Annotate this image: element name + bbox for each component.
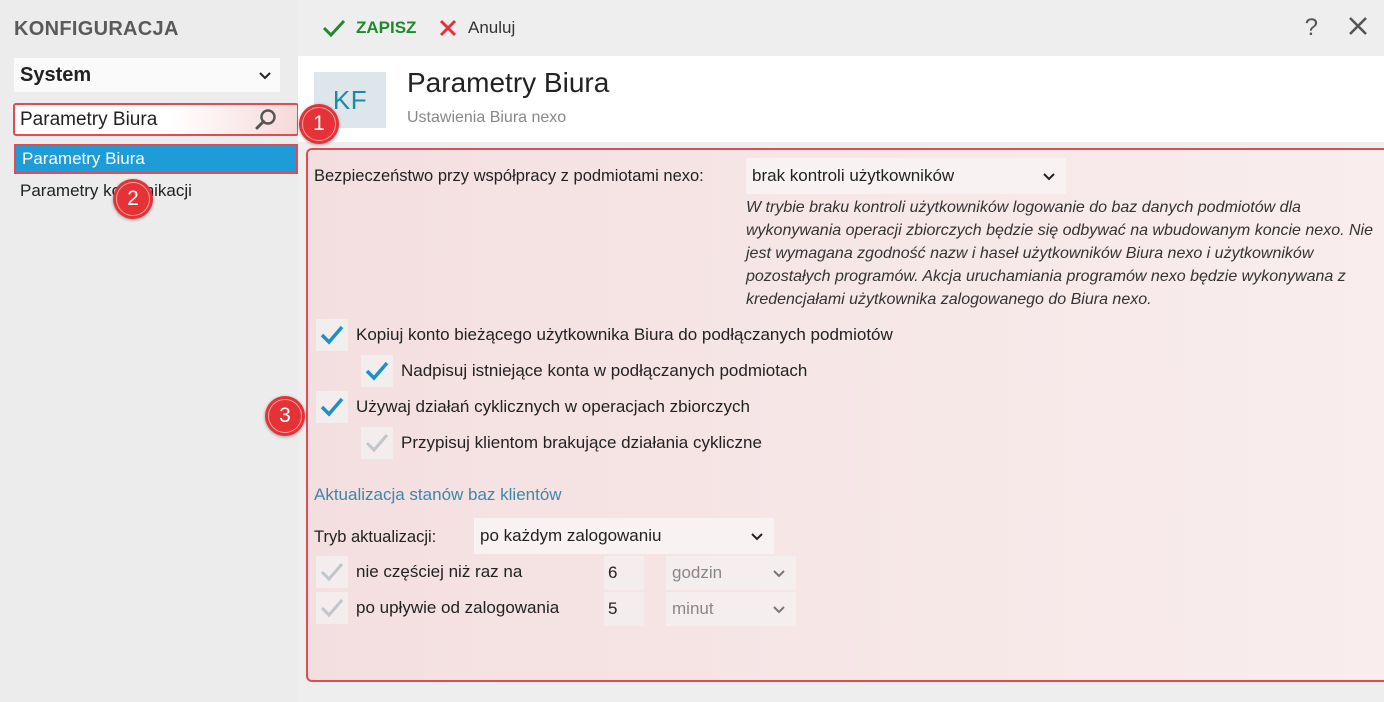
security-description: W trybie braku kontroli użytkowników log… [746,199,1373,308]
checkmark-icon [320,599,344,618]
save-button[interactable]: ZAPISZ [322,14,416,42]
section-title-update: Aktualizacja stanów baz klientów [314,485,562,504]
checkbox[interactable] [316,391,348,423]
module-select[interactable]: System [14,58,280,92]
app-title: KONFIGURACJA [14,18,179,40]
cancel-button[interactable]: Anuluj [438,14,515,42]
checkbox[interactable] [361,355,393,387]
toolbar: ZAPISZ Anuluj ? [298,0,1384,56]
checkbox-overwrite-accounts[interactable]: Nadpisuj istniejące konta w podłączanych… [361,355,807,387]
update-mode-value: po każdym zalogowaniu [480,526,662,545]
security-label: Bezpieczeństwo przy współpracy z podmiot… [314,167,704,185]
checkmark-icon [320,397,344,417]
save-button-label: ZAPISZ [356,18,417,37]
chevron-down-icon [751,533,763,541]
annotation-badge-2: 2 [113,179,153,219]
chevron-down-icon [773,606,785,614]
sidebar-item-parametry-komunikacji[interactable]: Parametry komunikacji [14,176,298,206]
chevron-down-icon [259,72,271,80]
search-box [13,103,299,136]
checkmark-icon [365,361,389,381]
checkbox-label: Nadpisuj istniejące konta w podłączanych… [401,361,808,380]
checkbox-assign-cyclic[interactable]: Przypisuj klientom brakujące działania c… [361,427,762,459]
sidebar-item-label: Parametry Biura [22,149,145,168]
checkbox-min-interval[interactable]: nie częściej niż raz na [316,556,522,588]
update-mode-label: Tryb aktualizacji: [314,528,437,546]
checkbox-label: Przypisuj klientom brakujące działania c… [401,433,762,452]
sidebar: KONFIGURACJA System Parametry Biura Para… [0,0,299,702]
sidebar-item-label: Parametry komunikacji [20,181,192,200]
min-interval-unit-select[interactable]: godzin [666,556,796,590]
page-title: Parametry Biura [407,67,610,98]
checkmark-icon [322,19,346,38]
checkbox-label: po upływie od zalogowania [356,598,560,617]
module-select-value: System [20,63,92,86]
min-interval-unit: godzin [672,563,723,582]
checkbox-label: Kopiuj konto bieżącego użytkownika Biura… [356,325,893,344]
close-x-icon [439,19,457,37]
checkbox-cyclic-actions[interactable]: Używaj działań cyklicznych w operacjach … [316,391,750,423]
chevron-down-icon [1043,173,1055,181]
checkmark-icon [320,325,344,345]
chevron-down-icon [773,570,785,578]
checkmark-icon [365,434,389,453]
checkbox-copy-account[interactable]: Kopiuj konto bieżącego użytkownika Biura… [316,319,893,351]
checkbox-disabled[interactable] [316,556,348,588]
update-mode-select[interactable]: po każdym zalogowaniu [474,518,774,554]
search-input[interactable] [20,108,253,131]
sidebar-item-parametry-biura[interactable]: Parametry Biura [14,144,298,174]
checkbox-disabled[interactable] [361,427,393,459]
checkbox-label: Używaj działań cyklicznych w operacjach … [356,397,750,416]
close-window-icon[interactable] [1346,14,1370,38]
checkbox-label: nie częściej niż raz na [356,562,523,581]
after-login-value[interactable]: 5 [604,592,644,626]
security-mode-value: brak kontroli użytkowników [752,166,955,185]
after-login-unit: minut [672,599,714,618]
checkbox[interactable] [316,319,348,351]
help-button[interactable]: ? [1305,14,1318,42]
annotation-badge-3: 3 [265,396,305,436]
checkbox-after-login[interactable]: po upływie od zalogowania [316,592,559,624]
min-interval-value[interactable]: 6 [604,556,644,590]
page-subtitle: Ustawienia Biura nexo [407,109,567,126]
after-login-unit-select[interactable]: minut [666,592,796,626]
annotation-badge-1: 1 [299,104,339,144]
checkmark-icon [320,563,344,582]
checkbox-disabled[interactable] [316,592,348,624]
settings-panel: Bezpieczeństwo przy współpracy z podmiot… [306,148,1384,682]
page-header: KF Parametry Biura Ustawienia Biura nexo [298,56,1384,142]
search-icon[interactable] [253,107,279,133]
security-mode-select[interactable]: brak kontroli użytkowników [746,158,1066,194]
cancel-button-label: Anuluj [468,18,516,37]
